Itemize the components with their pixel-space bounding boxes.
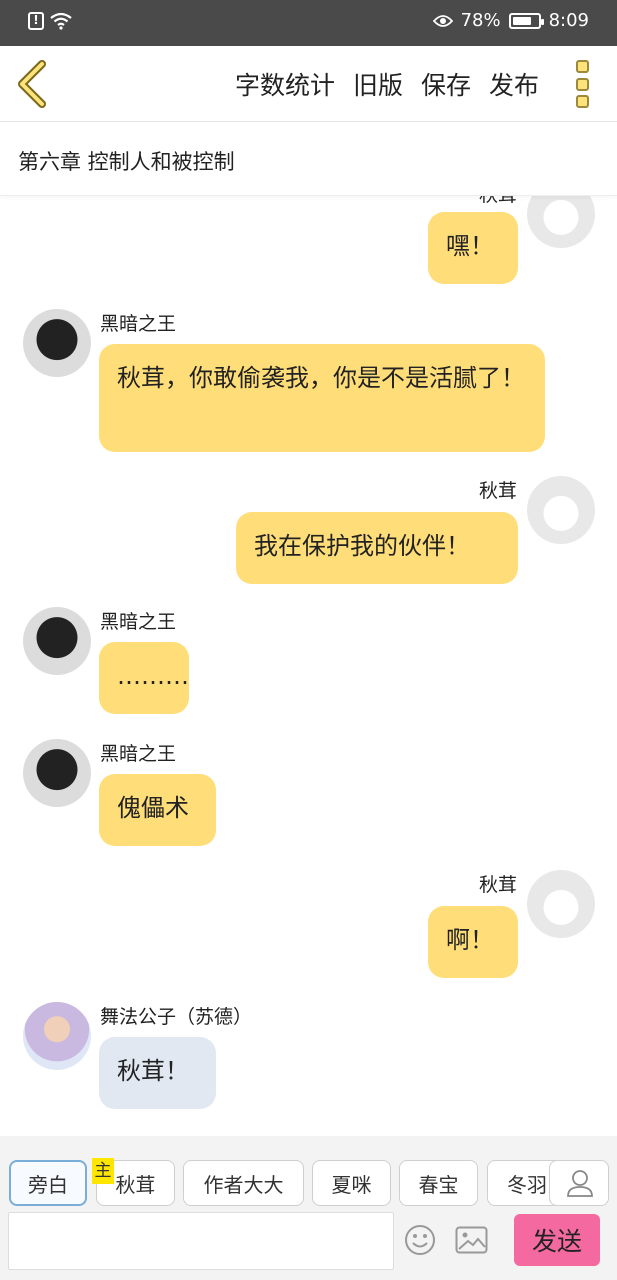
avatar-dark-king[interactable] — [23, 607, 91, 675]
save-button[interactable]: 保存 — [421, 66, 471, 102]
main-character-badge: 主 — [92, 1158, 114, 1184]
image-button[interactable] — [455, 1226, 488, 1254]
speaker-name: 秋茸 — [478, 480, 517, 502]
message-bubble[interactable]: 秋茸！ — [99, 1037, 216, 1109]
person-icon — [567, 1170, 593, 1197]
alert-icon: ! — [28, 12, 44, 30]
speaker-name: 黑暗之王 — [100, 743, 177, 765]
avatar-qiurong[interactable] — [527, 476, 595, 544]
status-bar: ! 78% 8:09 — [0, 0, 617, 46]
speaker-name: 舞法公子（苏德） — [100, 1006, 253, 1028]
speaker-name: 黑暗之王 — [100, 313, 177, 335]
avatar-dark-king[interactable] — [23, 309, 91, 377]
editor-toolbar: 字数统计 旧版 保存 发布 — [0, 46, 617, 122]
speaker-name: 秋茸 — [479, 196, 517, 207]
character-chip-author[interactable]: 作者大大 — [183, 1160, 304, 1206]
image-icon — [455, 1226, 488, 1254]
speaker-name: 黑暗之王 — [100, 611, 177, 633]
avatar-dark-king[interactable] — [23, 739, 91, 807]
message-bubble[interactable]: 秋茸，你敢偷袭我，你是不是活腻了！ — [99, 344, 545, 452]
avatar-sude[interactable] — [23, 1002, 91, 1070]
status-right: 78% 8:09 — [432, 10, 589, 31]
old-version-button[interactable]: 旧版 — [353, 66, 403, 102]
character-manage-button[interactable] — [549, 1160, 609, 1206]
chevron-left-icon — [18, 60, 46, 108]
message-bubble[interactable]: 啊！ — [428, 906, 518, 978]
character-chip-chunbao[interactable]: 春宝 — [399, 1160, 478, 1206]
toolbar-actions: 字数统计 旧版 保存 发布 — [235, 66, 539, 102]
more-vertical-icon[interactable] — [576, 60, 592, 108]
avatar-qiurong[interactable] — [527, 870, 595, 938]
avatar-qiurong[interactable] — [527, 196, 595, 248]
battery-percent: 78% — [460, 10, 501, 31]
speaker-name: 秋茸 — [478, 874, 517, 896]
word-count-button[interactable]: 字数统计 — [235, 66, 335, 102]
chat-area[interactable]: 秋茸 嘿！ 黑暗之王 秋茸，你敢偷袭我，你是不是活腻了！ 秋茸 我在保护我的伙伴… — [0, 196, 617, 1136]
message-bubble[interactable]: ……… — [99, 642, 189, 714]
character-chip-narration[interactable]: 旁白 — [9, 1160, 87, 1206]
send-button[interactable]: 发送 — [514, 1214, 600, 1266]
message-input[interactable] — [8, 1212, 394, 1270]
emoji-button[interactable] — [404, 1224, 436, 1256]
publish-button[interactable]: 发布 — [489, 66, 539, 102]
message-bubble[interactable]: 我在保护我的伙伴！ — [236, 512, 518, 584]
emoji-icon — [405, 1225, 435, 1255]
battery-icon — [508, 12, 544, 29]
clock: 8:09 — [548, 10, 589, 31]
chapter-header: 第六章 控制人和被控制 — [0, 122, 617, 196]
composer-panel: 旁白 主 秋茸 作者大大 夏咪 春宝 冬羽 发送 — [0, 1136, 617, 1280]
message-bubble[interactable]: 傀儡术 — [99, 774, 216, 846]
chapter-title[interactable]: 第六章 控制人和被控制 — [18, 146, 235, 176]
back-button[interactable] — [12, 58, 56, 110]
message-bubble[interactable]: 嘿！ — [428, 212, 518, 284]
eye-icon — [432, 14, 453, 27]
status-left: ! — [28, 12, 72, 30]
character-chip-xiami[interactable]: 夏咪 — [312, 1160, 391, 1206]
wifi-icon — [50, 12, 72, 30]
